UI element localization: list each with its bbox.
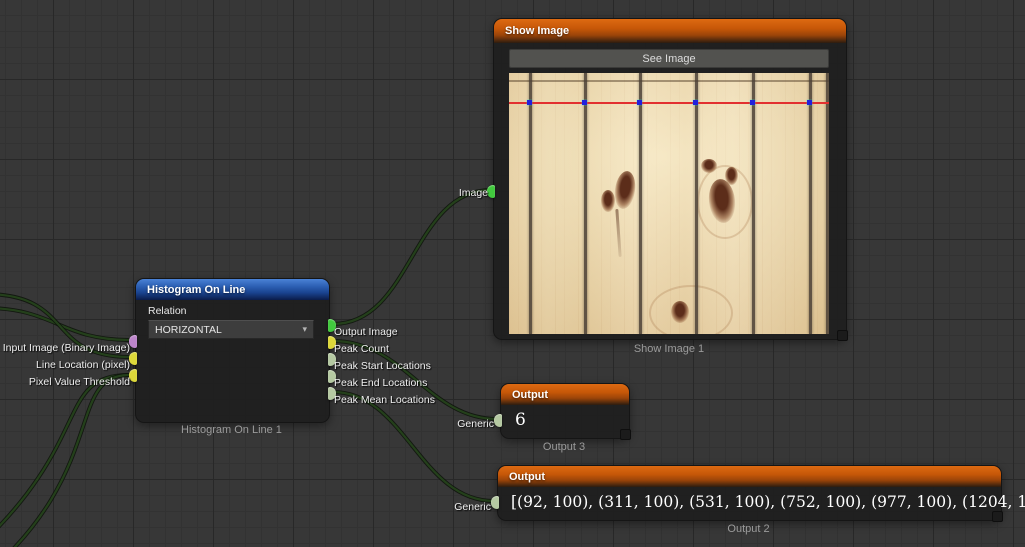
node-title: Output <box>512 389 548 401</box>
wire-output-image-to-show-image[interactable] <box>333 190 491 324</box>
output-list-value: [(92, 100), (311, 100), (531, 100), (752… <box>511 493 1025 511</box>
plank-gap <box>826 73 829 334</box>
wire-peak-count-to-output3[interactable] <box>333 341 497 419</box>
wood-grain-ring <box>649 285 733 334</box>
plank-gap <box>529 73 532 334</box>
resize-handle[interactable] <box>837 330 848 341</box>
output-count-value: 6 <box>515 410 526 430</box>
node-title: Histogram On Line <box>147 284 245 296</box>
node-histogram-on-line[interactable]: Histogram On Line Relation HORIZONTAL ▾ <box>135 278 330 423</box>
port-image[interactable] <box>487 185 495 198</box>
port-generic-count[interactable] <box>494 414 502 427</box>
wood-grain-ring <box>697 165 753 239</box>
peak-marker-dot <box>750 100 755 105</box>
port-line-location[interactable] <box>129 352 137 365</box>
wire-into-input-image[interactable] <box>0 308 130 340</box>
plank-top-edge <box>509 80 829 82</box>
plank-gap <box>639 73 642 334</box>
port-generic-list[interactable] <box>491 496 499 509</box>
peak-marker-dot <box>693 100 698 105</box>
node-editor-canvas[interactable]: Histogram On Line Relation HORIZONTAL ▾ … <box>0 0 1025 547</box>
port-input-image[interactable] <box>129 335 137 348</box>
node-output-list[interactable]: Output [(92, 100), (311, 100), (531, 100… <box>497 465 1002 521</box>
node-header: Output <box>498 466 1001 487</box>
node-title: Show Image <box>505 25 569 37</box>
node-caption-output2: Output 2 <box>497 523 1000 535</box>
node-header: Histogram On Line <box>136 279 329 300</box>
wood-image <box>509 73 829 334</box>
wire-peak-mean-to-output2[interactable] <box>333 392 494 501</box>
chevron-down-icon: ▾ <box>302 324 307 335</box>
resize-handle[interactable] <box>992 511 1003 522</box>
scan-line <box>509 102 829 104</box>
peak-marker-dot <box>807 100 812 105</box>
node-header: Output <box>501 384 629 405</box>
see-image-button[interactable]: See Image <box>509 49 829 68</box>
port-pixel-threshold[interactable] <box>129 369 137 382</box>
peak-marker-dot <box>582 100 587 105</box>
peak-marker-dot <box>527 100 532 105</box>
wood-knot <box>612 170 637 210</box>
plank-gap <box>809 73 812 334</box>
plank-gap <box>752 73 755 334</box>
resize-handle[interactable] <box>620 429 631 440</box>
relation-dropdown[interactable]: HORIZONTAL ▾ <box>148 320 314 339</box>
relation-label: Relation <box>148 305 187 317</box>
wire-into-threshold-1[interactable] <box>0 375 130 547</box>
node-caption-histogram: Histogram On Line 1 <box>135 424 328 436</box>
wire-into-threshold-2[interactable] <box>0 375 130 547</box>
node-header: Show Image <box>494 19 846 43</box>
node-show-image[interactable]: Show Image See Image <box>493 18 847 340</box>
peak-marker-dot <box>637 100 642 105</box>
node-title: Output <box>509 471 545 483</box>
plank-gap <box>584 73 587 334</box>
plank-gap <box>695 73 698 334</box>
relation-value: HORIZONTAL <box>155 324 222 336</box>
node-caption-output3: Output 3 <box>500 441 628 453</box>
node-caption-show-image: Show Image 1 <box>493 343 845 355</box>
node-output-count[interactable]: Output 6 <box>500 383 630 439</box>
wood-knot <box>601 190 615 212</box>
wood-knot-streak <box>615 209 621 257</box>
